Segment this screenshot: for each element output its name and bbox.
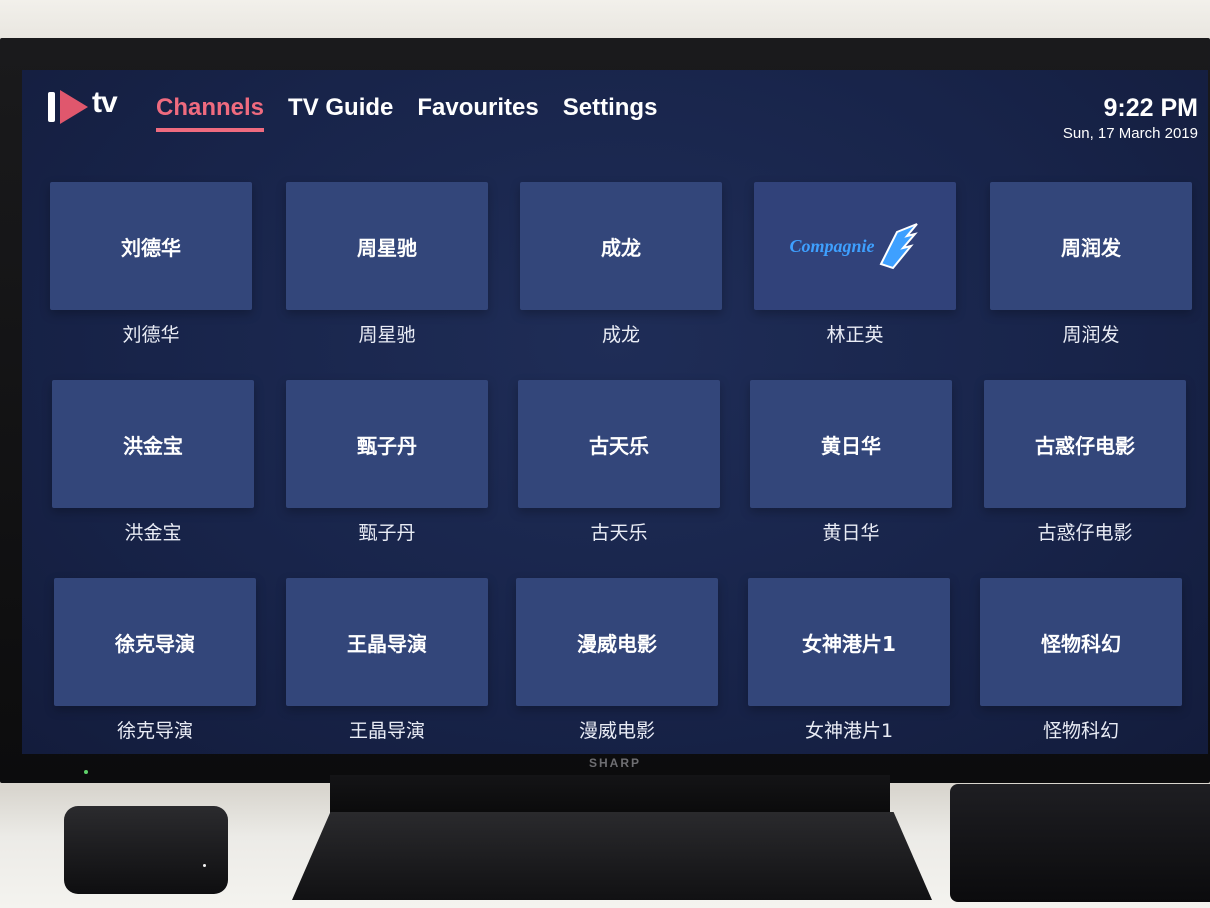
- channel-grid: 刘德华 刘德华 周星驰 周星驰 成龙 成龙 Compagnie 林正英 周润发 …: [50, 182, 1200, 754]
- channel-card[interactable]: 刘德华 刘德华: [50, 182, 252, 347]
- channel-card[interactable]: 怪物科幻 怪物科幻: [980, 578, 1182, 743]
- channel-tile[interactable]: 怪物科幻: [980, 578, 1182, 706]
- channel-row: 徐克导演 徐克导演 王晶导演 王晶导演 漫威电影 漫威电影 女神港片1 女神港片…: [50, 578, 1200, 754]
- channel-row: 洪金宝 洪金宝 甄子丹 甄子丹 古天乐 古天乐 黄日华 黄日华 古惑仔电影 古惑…: [50, 380, 1200, 578]
- channel-card[interactable]: 徐克导演 徐克导演: [54, 578, 256, 743]
- channel-tile[interactable]: 女神港片1: [748, 578, 950, 706]
- tv-brand-logo: SHARP: [588, 756, 641, 770]
- channel-card[interactable]: 周润发 周润发: [990, 182, 1192, 347]
- channel-tile[interactable]: 古天乐: [518, 380, 720, 508]
- channel-caption: 刘德华: [122, 324, 180, 346]
- channel-card[interactable]: 古天乐 古天乐: [518, 380, 720, 545]
- tab-channels[interactable]: Channels: [156, 94, 265, 132]
- channel-card[interactable]: 女神港片1 女神港片1: [748, 578, 950, 743]
- power-led: [84, 770, 88, 774]
- channel-caption: 黄日华: [822, 522, 880, 544]
- channel-card[interactable]: 古惑仔电影 古惑仔电影: [984, 380, 1186, 545]
- clock-date: Sun, 17 March 2019: [1062, 125, 1198, 142]
- channel-caption: 周星驰: [358, 324, 416, 346]
- set-top-box: [950, 784, 1210, 902]
- tab-favourites[interactable]: Favourites: [417, 94, 538, 132]
- channel-card[interactable]: 洪金宝 洪金宝: [52, 380, 254, 545]
- logo-text: tv: [92, 86, 118, 119]
- app-logo: tv: [48, 86, 140, 128]
- tab-tv-guide[interactable]: TV Guide: [288, 94, 393, 132]
- channel-caption: 徐克导演: [116, 720, 193, 742]
- channel-card[interactable]: 甄子丹 甄子丹: [286, 380, 488, 545]
- channel-card[interactable]: 黄日华 黄日华: [750, 380, 952, 545]
- channel-caption: 成龙: [601, 324, 640, 346]
- channel-caption: 洪金宝: [124, 522, 182, 544]
- app-header: tv Channels TV Guide Favourites Settings…: [22, 70, 1208, 160]
- channel-caption: 林正英: [826, 324, 884, 346]
- compagnie-logo-text: Compagnie: [789, 235, 875, 256]
- channel-caption: 古天乐: [590, 522, 648, 544]
- channel-tile[interactable]: 徐克导演: [54, 578, 256, 706]
- channel-card[interactable]: Compagnie 林正英: [754, 182, 956, 347]
- channel-card[interactable]: 周星驰 周星驰: [286, 182, 488, 347]
- channel-card[interactable]: 王晶导演 王晶导演: [286, 578, 488, 743]
- channel-caption: 甄子丹: [358, 522, 416, 544]
- clock: 9:22 PM Sun, 17 March 2019: [1063, 94, 1198, 142]
- channel-tile[interactable]: 甄子丹: [286, 380, 488, 508]
- tv-stand-neck: [330, 775, 890, 815]
- channel-caption: 周润发: [1062, 324, 1120, 346]
- clock-time: 9:22 PM: [1103, 94, 1198, 122]
- streaming-box: [64, 806, 228, 894]
- wing-icon: [879, 223, 918, 270]
- main-nav: Channels TV Guide Favourites Settings: [156, 94, 657, 132]
- logo-bar-icon: [48, 92, 55, 122]
- tab-settings[interactable]: Settings: [563, 94, 658, 132]
- channel-caption: 女神港片1: [804, 720, 894, 742]
- channel-caption: 漫威电影: [578, 720, 655, 742]
- logo-play-icon: [60, 90, 88, 124]
- compagnie-logo: Compagnie: [789, 220, 920, 272]
- channel-card[interactable]: 成龙 成龙: [520, 182, 722, 347]
- channel-caption: 古惑仔电影: [1037, 522, 1133, 544]
- channel-tile[interactable]: 洪金宝: [52, 380, 254, 508]
- channel-tile[interactable]: 黄日华: [750, 380, 952, 508]
- streaming-box-led: [203, 864, 206, 867]
- channel-tile[interactable]: 漫威电影: [516, 578, 718, 706]
- tv-screen: tv Channels TV Guide Favourites Settings…: [22, 70, 1208, 754]
- channel-caption: 王晶导演: [348, 720, 425, 742]
- channel-tile[interactable]: 周星驰: [286, 182, 488, 310]
- tv-stand-base: [292, 812, 932, 900]
- channel-tile-logo[interactable]: Compagnie: [754, 182, 956, 310]
- channel-tile[interactable]: 王晶导演: [286, 578, 488, 706]
- channel-caption: 怪物科幻: [1042, 720, 1119, 742]
- channel-tile[interactable]: 周润发: [990, 182, 1192, 310]
- channel-row: 刘德华 刘德华 周星驰 周星驰 成龙 成龙 Compagnie 林正英 周润发 …: [50, 182, 1200, 380]
- channel-tile[interactable]: 刘德华: [50, 182, 252, 310]
- channel-tile[interactable]: 古惑仔电影: [984, 380, 1186, 508]
- channel-card[interactable]: 漫威电影 漫威电影: [516, 578, 718, 743]
- channel-tile[interactable]: 成龙: [520, 182, 722, 310]
